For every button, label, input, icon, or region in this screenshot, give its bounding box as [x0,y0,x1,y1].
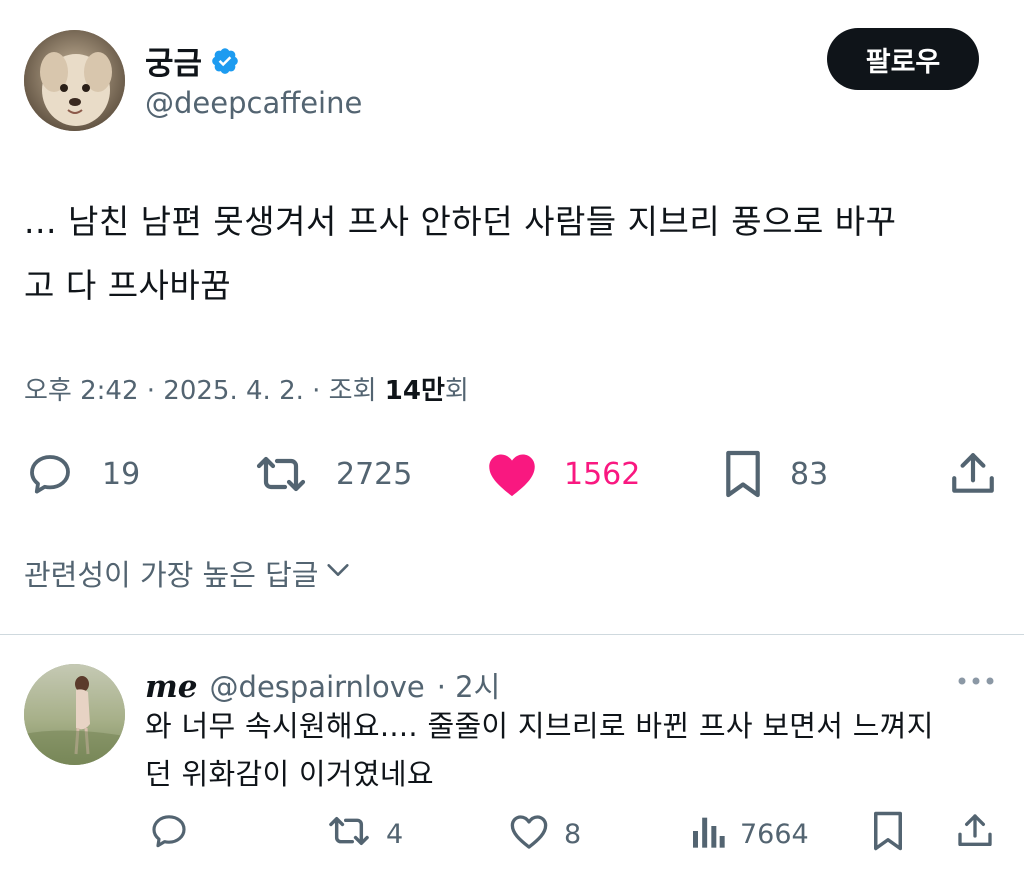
reply-icon [148,811,190,858]
reply-retweet-button[interactable]: 4 [326,812,403,856]
reply-count: 19 [102,456,141,492]
more-icon[interactable] [956,672,996,690]
reply-views-button[interactable]: 7664 [690,812,809,856]
reply-reply-button[interactable] [148,812,190,856]
reply-text: 와 너무 속시원해요.... 줄줄이 지브리로 바뀐 프사 보면서 느껴지 던 … [145,702,1005,798]
tweet-detail-page: 궁금 @deepcaffeine 팔로우 ... 남친 남편 못생겨서 프사 안… [0,0,1024,878]
reply-author-avatar[interactable] [24,664,125,765]
reply-author-handle[interactable]: @despairnlove [210,670,425,704]
author-avatar[interactable] [24,30,125,131]
meta-separator: · [138,376,164,406]
analytics-icon [690,811,726,858]
reply-share-button[interactable] [955,812,995,856]
heart-icon [486,450,538,498]
follow-button[interactable]: 팔로우 [827,28,979,90]
retweet-count: 2725 [336,456,413,492]
share-icon [955,811,995,858]
retweet-icon [252,450,310,498]
tweet-time[interactable]: 오후 2:42 [24,376,139,406]
author-handle[interactable]: @deepcaffeine [145,86,362,120]
tweet-meta: 오후 2:42 · 2025. 4. 2. · 조회 14만회 [24,370,469,407]
reply-text-line: 던 위화감이 이거였네요 [145,757,434,791]
divider [0,634,1024,635]
retweet-icon [326,811,372,858]
reply-text-line: 와 너무 속시원해요.... 줄줄이 지브리로 바뀐 프사 보면서 느껴지 [145,709,934,743]
views-count: 14만 [384,376,445,406]
reply-views-count: 7664 [740,818,809,850]
verified-badge-icon [210,46,240,76]
reply-time[interactable]: · 2시 [437,664,501,706]
tweet-text-line: 고 다 프사바꿈 [24,266,232,305]
reply-like-count: 8 [564,818,582,850]
share-button[interactable] [948,446,998,502]
like-button[interactable]: 1562 [486,446,640,502]
bookmark-icon [722,448,764,500]
reply-header: me @despairnlove · 2시 [145,664,500,706]
reply-bookmark-button[interactable] [870,810,906,859]
author-name-row: 궁금 [145,38,240,83]
like-count: 1562 [564,456,641,492]
tweet-date[interactable]: 2025. 4. 2. [163,376,304,406]
reply-like-button[interactable]: 8 [508,812,581,856]
bookmark-count: 83 [790,456,829,492]
reply-button[interactable]: 19 [24,446,140,502]
reply-icon [24,450,76,498]
sort-label: 관련성이 가장 높은 답글 [24,558,319,592]
bookmark-button[interactable]: 83 [722,446,828,502]
chevron-down-icon [324,556,352,591]
views-suffix: 회 [444,376,469,406]
tweet-text-line: ... 남친 남편 못생겨서 프사 안하던 사람들 지브리 풍으로 바꾸 [24,202,897,241]
reply-retweet-count: 4 [386,818,404,850]
reply-sort-dropdown[interactable]: 관련성이 가장 높은 답글 [24,552,352,594]
reply-author-name[interactable]: me [145,669,198,705]
views-label: 조회 [328,376,377,406]
bookmark-icon [870,810,906,859]
heart-icon [508,811,550,858]
author-name[interactable]: 궁금 [145,38,202,83]
share-icon [948,449,998,499]
tweet-text: ... 남친 남편 못생겨서 프사 안하던 사람들 지브리 풍으로 바꾸 고 다… [24,190,984,318]
meta-separator: · [303,376,329,406]
retweet-button[interactable]: 2725 [252,446,412,502]
